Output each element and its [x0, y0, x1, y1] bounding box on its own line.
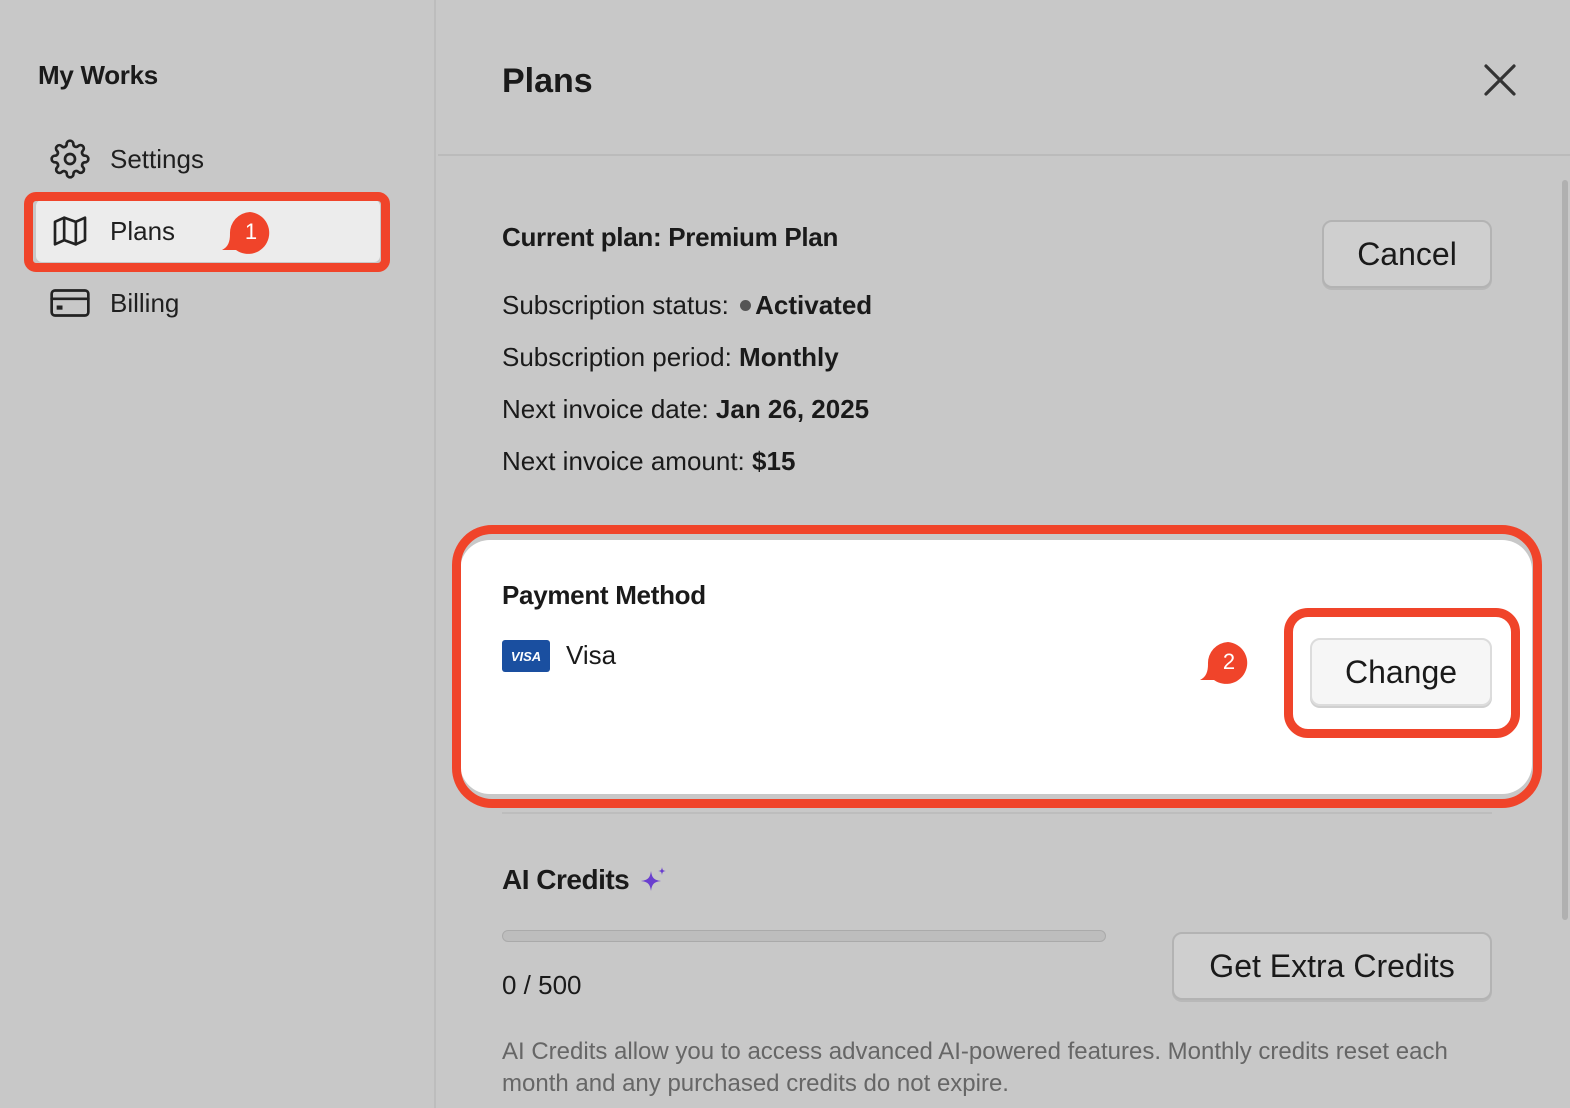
sidebar-item-label: Billing: [110, 287, 180, 318]
sidebar-item-plans[interactable]: Plans: [36, 200, 380, 262]
plans-panel: Plans Current plan: Premium Plan Cancel …: [438, 0, 1570, 1108]
ai-credits-title: AI Credits: [502, 864, 630, 895]
next-invoice-date-value: Jan 26, 2025: [715, 394, 870, 424]
get-extra-credits-button[interactable]: Get Extra Credits: [1172, 932, 1492, 1000]
next-invoice-date: Next invoice date: Jan 26, 2025: [502, 394, 869, 425]
scrollbar-thumb[interactable]: [1562, 180, 1568, 920]
credits-progress-bar: [502, 930, 1106, 942]
sidebar-item-label: Plans: [110, 215, 176, 246]
step-marker-2-label: 2: [1222, 649, 1236, 674]
subscription-period: Subscription period: Monthly: [502, 342, 839, 373]
page-title: Plans: [502, 62, 593, 100]
sidebar-item-billing[interactable]: Billing: [36, 272, 380, 334]
subscription-status-label: Subscription status:: [502, 290, 729, 320]
map-icon: [48, 209, 92, 253]
step-marker-1: 1: [222, 210, 272, 256]
cancel-plan-button[interactable]: Cancel: [1322, 220, 1492, 288]
scrollbar[interactable]: [1560, 180, 1570, 920]
credit-card-icon: [48, 281, 92, 325]
sidebar-title: My Works: [38, 60, 158, 90]
step-marker-2: 2: [1200, 640, 1250, 686]
gear-icon: [48, 137, 92, 181]
sparkle-icon: [639, 865, 669, 895]
payment-method-heading: Payment Method: [502, 580, 706, 610]
subscription-period-value: Monthly: [739, 342, 839, 372]
change-payment-button[interactable]: Change: [1310, 638, 1492, 706]
step-marker-1-label: 1: [244, 219, 258, 244]
subscription-period-label: Subscription period:: [502, 342, 732, 372]
next-invoice-amount-value: $15: [752, 446, 796, 476]
visa-card-icon: VISA: [502, 640, 550, 672]
panel-header: Plans: [438, 0, 1570, 156]
subscription-status-value: Activated: [755, 290, 873, 320]
ai-credits-description: AI Credits allow you to access advanced …: [502, 1038, 1448, 1097]
credits-count: 0 / 500: [502, 970, 582, 1000]
next-invoice-amount-label: Next invoice amount:: [502, 446, 745, 476]
sidebar-item-label: Settings: [110, 143, 204, 174]
sidebar-item-settings[interactable]: Settings: [36, 128, 380, 190]
subscription-status: Subscription status: Activated: [502, 290, 872, 321]
card-brand-label: Visa: [566, 640, 617, 670]
ai-credits-heading: AI Credits: [502, 864, 669, 896]
status-dot: [740, 300, 752, 312]
section-divider: [502, 812, 1492, 814]
current-plan-heading: Current plan: Premium Plan: [502, 222, 839, 252]
next-invoice-date-label: Next invoice date:: [502, 394, 709, 424]
close-button[interactable]: [1480, 62, 1520, 102]
next-invoice-amount: Next invoice amount: $15: [502, 446, 795, 477]
close-icon: [1483, 63, 1517, 102]
sidebar: My Works Settings Plans Billing: [0, 0, 436, 1108]
